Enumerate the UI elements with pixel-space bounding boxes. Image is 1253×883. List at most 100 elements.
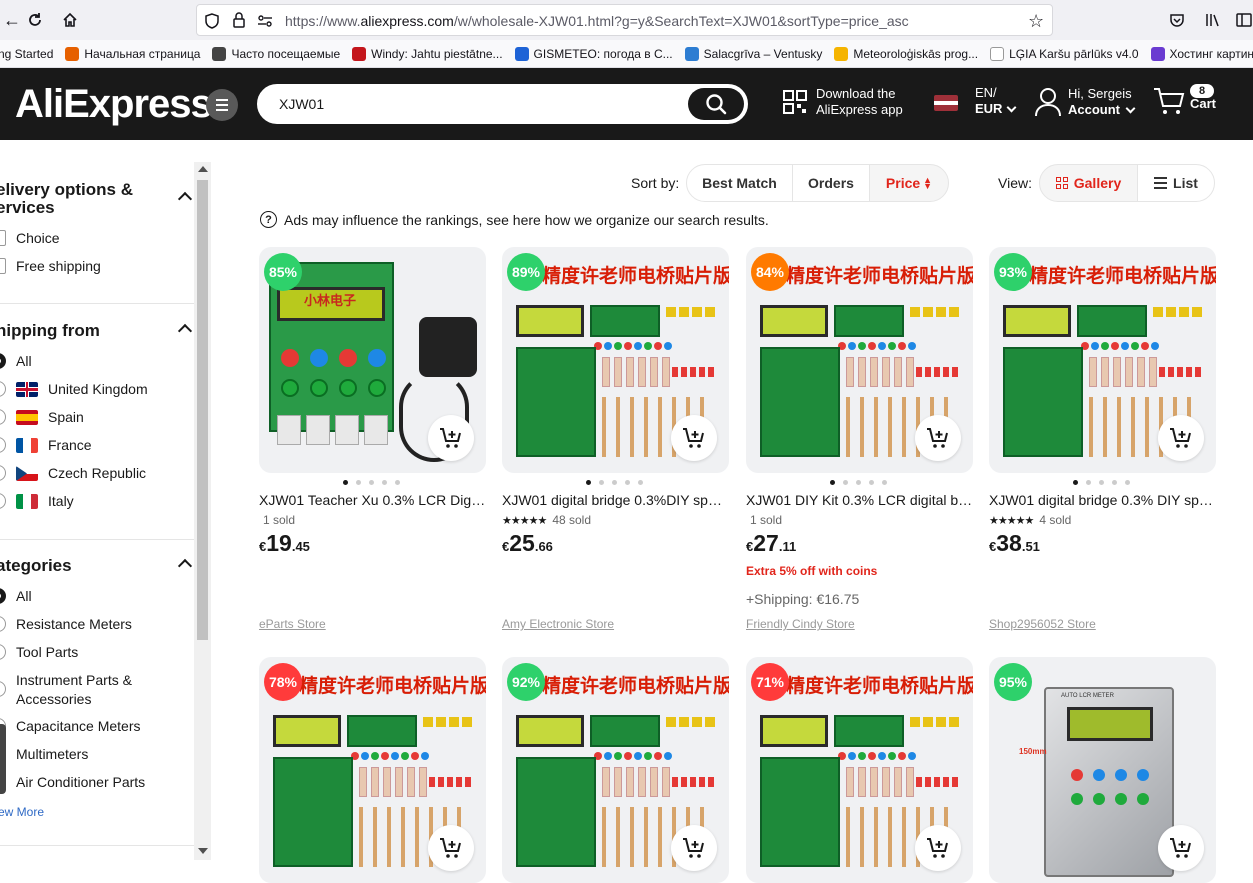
product-image[interactable]: 精度许老师电桥贴片版套件93% (989, 247, 1216, 473)
category-all[interactable]: All (0, 588, 32, 604)
back-arrow-icon[interactable]: ← (0, 8, 24, 32)
collapse-chevron-icon[interactable] (177, 558, 193, 574)
radio[interactable] (0, 681, 6, 697)
add-to-cart-button[interactable] (1158, 825, 1204, 871)
pocket-icon[interactable] (1165, 8, 1189, 32)
bookmark-star-icon[interactable]: ☆ (1028, 11, 1044, 32)
product-image[interactable]: 小林电子 85% (259, 247, 486, 473)
bookmark-item[interactable]: LĢIA Karšu pārlūks v4.0 (990, 46, 1139, 61)
ship-from-czech-republic[interactable]: Czech Republic (0, 465, 146, 481)
download-app-link[interactable]: Download the AliExpress app (783, 86, 903, 118)
radio[interactable] (0, 616, 6, 632)
add-to-cart-button[interactable] (915, 825, 961, 871)
reload-icon[interactable] (23, 8, 47, 32)
filter-free-shipping[interactable]: Free shipping (0, 258, 101, 274)
product-image[interactable]: 精度许老师电桥贴片版套件89% (502, 247, 729, 473)
product-image[interactable]: AUTO LCR METER 150mm 95% (989, 657, 1216, 883)
add-to-cart-button[interactable] (671, 825, 717, 871)
bookmark-item[interactable]: Salacgrīva – Ventusky (684, 46, 822, 61)
add-to-cart-button[interactable] (1158, 415, 1204, 461)
radio[interactable] (0, 493, 6, 509)
search-button[interactable] (688, 88, 744, 120)
language-currency-selector[interactable]: EN/ EUR (975, 85, 1017, 117)
aliexpress-logo[interactable]: AliExpress (15, 82, 213, 127)
collapse-chevron-icon[interactable] (177, 191, 193, 207)
sort-orders[interactable]: Orders (792, 164, 870, 202)
bookmark-item[interactable]: Meteoroloģiskās prog... (834, 46, 978, 61)
shield-icon[interactable] (205, 13, 219, 34)
ship-from-all[interactable]: All (0, 353, 32, 369)
store-link[interactable]: Amy Electronic Store (502, 617, 614, 631)
product-image[interactable]: 精度许老师电桥贴片版套件78% (259, 657, 486, 883)
radio-selected[interactable] (0, 588, 6, 604)
bookmark-item[interactable]: Хостинг картинок, з (1150, 46, 1253, 61)
sort-price[interactable]: Price ▲ ▼ (869, 164, 949, 202)
image-carousel-dots[interactable] (1073, 480, 1130, 485)
image-carousel-dots[interactable] (343, 480, 400, 485)
checkbox[interactable] (0, 258, 6, 274)
add-to-cart-button[interactable] (428, 825, 474, 871)
view-gallery-button[interactable]: Gallery (1039, 164, 1138, 202)
bookmark-item[interactable]: ng Started (0, 47, 53, 61)
bookmark-item[interactable]: GISMETEO: погода в С... (514, 46, 673, 61)
shipping-from-title[interactable]: hipping from (0, 322, 100, 340)
store-link[interactable]: Friendly Cindy Store (746, 617, 855, 631)
sidebar-toggle-icon[interactable] (1232, 8, 1253, 32)
filter-choice[interactable]: Choice (0, 230, 60, 246)
ship-from-italy[interactable]: Italy (0, 493, 74, 509)
categories-title[interactable]: ategories (0, 557, 72, 575)
category-capacitance-meters[interactable]: Capacitance Meters (0, 718, 141, 734)
ship-from-united-kingdom[interactable]: United Kingdom (0, 381, 148, 397)
delivery-options-title[interactable]: elivery options & (0, 181, 133, 199)
product-title[interactable]: XJW01 DIY Kit 0.3% LCR digital bridge (746, 492, 973, 508)
library-icon[interactable] (1200, 8, 1224, 32)
product-image[interactable]: 精度许老师电桥贴片版套件84% (746, 247, 973, 473)
radio[interactable] (0, 437, 6, 453)
category-resistance-meters[interactable]: Resistance Meters (0, 616, 132, 632)
lock-icon[interactable] (233, 12, 245, 33)
product-title[interactable]: XJW01 digital bridge 0.3%DIY spare parts (502, 492, 729, 508)
ship-from-france[interactable]: France (0, 437, 92, 453)
home-icon[interactable] (58, 8, 82, 32)
image-carousel-dots[interactable] (830, 480, 887, 485)
category-menu-button[interactable] (206, 89, 238, 121)
store-link[interactable]: eParts Store (259, 617, 326, 631)
bookmark-item[interactable]: Windy: Jahtu piestātne... (352, 46, 503, 61)
image-carousel-dots[interactable] (586, 480, 643, 485)
radio-selected[interactable] (0, 353, 6, 369)
category-tool-parts[interactable]: Tool Parts (0, 644, 78, 660)
view-more-link[interactable]: ew More (0, 805, 44, 819)
product-title[interactable]: XJW01 Teacher Xu 0.3% LCR Digital Bridge (259, 492, 486, 508)
account-menu[interactable]: Hi, Sergeis Account (1034, 86, 1136, 118)
radio[interactable] (0, 465, 6, 481)
add-to-cart-button[interactable] (915, 415, 961, 461)
product-image[interactable]: 精度许老师电桥贴片版套件92% (502, 657, 729, 883)
view-list-button[interactable]: List (1137, 164, 1215, 202)
bookmark-item[interactable]: Начальная страница (65, 46, 200, 61)
product-image[interactable]: 精度许老师电桥贴片版套件71% (746, 657, 973, 883)
radio[interactable] (0, 409, 6, 425)
scroll-thumb[interactable] (197, 180, 208, 640)
scroll-up-arrow-icon[interactable] (198, 166, 208, 172)
checkbox[interactable] (0, 230, 6, 246)
ship-from-spain[interactable]: Spain (0, 409, 84, 425)
category-air-conditioner-parts[interactable]: Air Conditioner Parts (0, 774, 145, 790)
url-text[interactable]: https://www.aliexpress.com/w/wholesale-X… (285, 13, 909, 29)
permissions-icon[interactable] (257, 14, 273, 32)
radio[interactable] (0, 381, 6, 397)
category-multimeters[interactable]: Multimeters (0, 746, 88, 762)
store-link[interactable]: Shop2956052 Store (989, 617, 1096, 631)
search-input[interactable] (279, 86, 679, 122)
scroll-down-arrow-icon[interactable] (198, 848, 208, 854)
collapse-chevron-icon[interactable] (177, 323, 193, 339)
sort-best-match[interactable]: Best Match (686, 164, 793, 202)
add-to-cart-button[interactable] (671, 415, 717, 461)
radio[interactable] (0, 644, 6, 660)
product-title[interactable]: XJW01 digital bridge 0.3% DIY spare part… (989, 492, 1216, 508)
address-bar[interactable]: https://www.aliexpress.com/w/wholesale-X… (196, 4, 1053, 36)
ads-notice[interactable]: ? Ads may influence the rankings, see he… (260, 211, 769, 228)
add-to-cart-button[interactable] (428, 415, 474, 461)
sidebar-scrollbar[interactable] (194, 162, 211, 860)
floating-edge-tab[interactable] (0, 724, 6, 794)
category-instrument-parts[interactable]: Instrument Parts & Accessories (0, 671, 132, 709)
